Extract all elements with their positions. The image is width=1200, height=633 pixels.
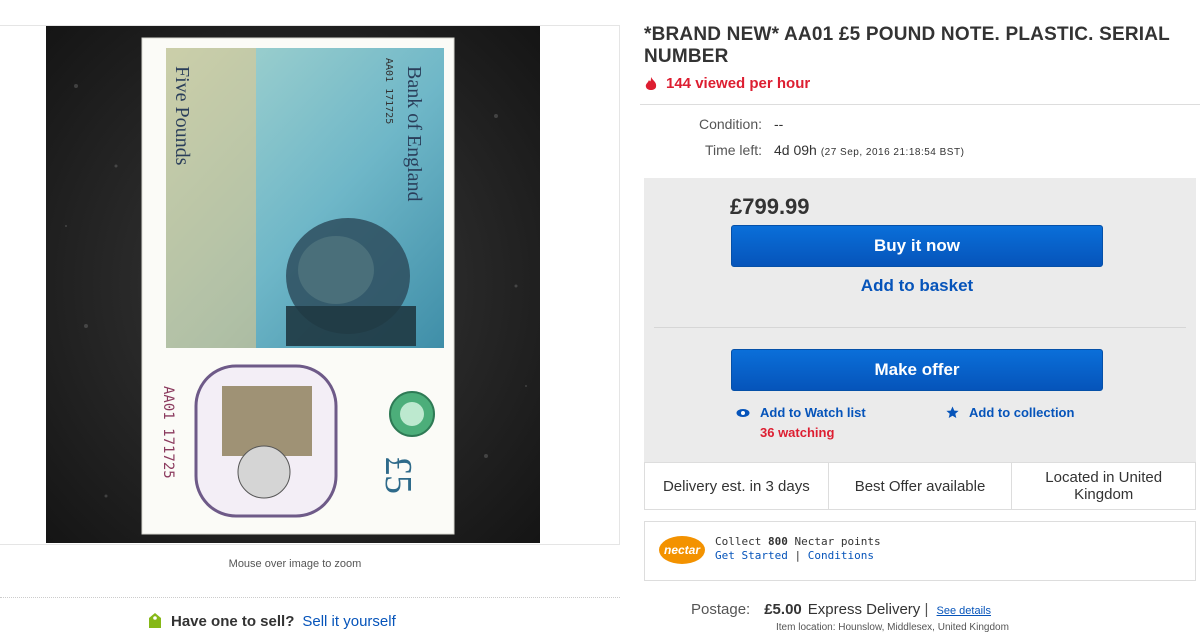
nectar-suffix: Nectar points	[787, 535, 881, 548]
flame-icon	[645, 76, 657, 90]
divider	[640, 104, 1200, 105]
nectar-separator: |	[787, 549, 808, 562]
note-serial-top: AA01 171725	[383, 58, 394, 124]
zoom-hint: Mouse over image to zoom	[228, 558, 362, 570]
collection-label: Add to collection	[969, 405, 1075, 420]
nectar-get-started-link[interactable]: Get Started	[715, 549, 788, 562]
condition-label: Condition:	[698, 116, 762, 132]
eye-icon	[736, 408, 750, 417]
nectar-panel: nectar Collect 800 Nectar points Get Sta…	[644, 521, 1196, 581]
buy-it-now-button[interactable]: Buy it now	[731, 225, 1103, 267]
postage-row: Postage: £5.00 Express Delivery | See deta…	[691, 601, 991, 618]
divider	[654, 327, 1186, 328]
make-offer-button[interactable]: Make offer	[731, 349, 1103, 391]
note-symbol-text: £5	[377, 456, 419, 494]
item-photo[interactable]: Bank of England Five Pounds AA01 171725 …	[46, 26, 540, 543]
listing-details: *BRAND NEW* AA01 £5 POUND NOTE. PLASTIC.…	[640, 0, 1200, 633]
item-title: *BRAND NEW* AA01 £5 POUND NOTE. PLASTIC.…	[644, 24, 1170, 67]
sell-row: Have one to sell? Sell it yourself	[147, 612, 396, 630]
feature-strip: Delivery est. in 3 days Best Offer avail…	[644, 462, 1196, 510]
price: £799.99	[730, 194, 810, 219]
time-left-detail: (27 Sep, 2016 21:18:54 BST)	[820, 147, 965, 158]
time-left-value: 4d 09h	[774, 142, 817, 158]
note-serial-bottom: AA01 171725	[160, 386, 176, 479]
feature-best-offer: Best Offer available	[829, 463, 1013, 509]
divider	[0, 597, 620, 598]
buy-box: £799.99 Buy it now Add to basket Make of…	[644, 178, 1196, 462]
item-location: Item location: Hounslow, Middlesex, Unit…	[776, 622, 1009, 633]
views-text: 144 viewed per hour	[666, 75, 811, 92]
nectar-conditions-link[interactable]: Conditions	[808, 549, 874, 562]
note-denomination-text: Five Pounds	[171, 66, 193, 166]
condition-row: Condition: --	[644, 116, 783, 132]
nectar-collect: Collect	[715, 535, 768, 548]
feature-location: Located in United Kingdom	[1045, 469, 1163, 503]
watching-count: 36 watching	[760, 425, 835, 440]
condition-value: --	[774, 116, 784, 132]
add-to-collection[interactable]: Add to collection	[946, 405, 1074, 420]
add-to-basket-link[interactable]: Add to basket	[731, 276, 1103, 296]
add-to-watch-list[interactable]: Add to Watch list	[736, 405, 866, 420]
nectar-text: Collect 800 Nectar points Get Started | …	[715, 535, 881, 563]
see-details-link[interactable]: See details	[937, 605, 991, 617]
postage-method: Express Delivery	[807, 601, 921, 618]
tag-icon	[149, 613, 161, 628]
feature-delivery: Delivery est. in 3 days	[645, 463, 829, 509]
sell-question: Have one to sell?	[171, 612, 295, 630]
time-left-label: Time left:	[704, 142, 762, 158]
sell-it-yourself-link[interactable]: Sell it yourself	[302, 613, 395, 630]
star-icon	[946, 406, 959, 418]
views-per-hour: 144 viewed per hour	[644, 75, 810, 92]
nectar-points: 800	[767, 535, 788, 548]
watch-list-label: Add to Watch list	[760, 405, 866, 420]
image-gallery: Bank of England Five Pounds AA01 171725 …	[0, 0, 620, 630]
time-left-row: Time left: 4d 09h (27 Sep, 2016 21:18:54 B…	[644, 142, 964, 158]
postage-value: £5.00	[764, 601, 802, 618]
nectar-logo: nectar	[659, 536, 705, 564]
postage-separator: |	[924, 601, 929, 618]
postage-label: Postage:	[691, 601, 751, 618]
note-issuer-text: Bank of England	[403, 66, 425, 202]
